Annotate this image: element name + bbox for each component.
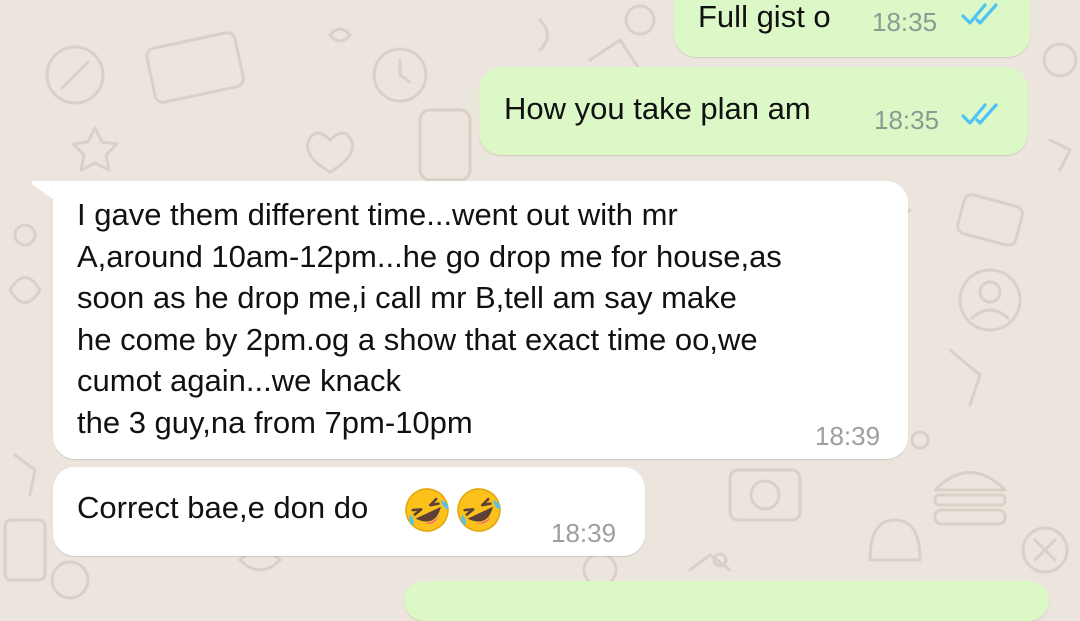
- compass-doodle-icon: [45, 45, 105, 105]
- message-line: A,around 10am-12pm...he go drop me for h…: [77, 238, 782, 274]
- clock-doodle-icon: [372, 47, 428, 103]
- star-doodle-icon: [71, 126, 119, 172]
- double-check-read-icon: [961, 103, 998, 125]
- message-line: I gave them different time...went out wi…: [77, 197, 678, 232]
- card-doodle-icon: [145, 31, 245, 104]
- burger-doodle-icon: [933, 471, 1007, 492]
- rolling-on-floor-laughing-emoji-icon: [405, 488, 449, 532]
- rolling-on-floor-laughing-emoji-icon: [457, 488, 501, 532]
- message-line: the 3 guy,na from 7pm-10pm: [77, 404, 473, 440]
- heart-doodle-icon: [305, 131, 355, 174]
- message-text: Full gist o: [698, 0, 831, 34]
- double-check-read-icon: [961, 3, 998, 25]
- message-bubble-outgoing-partial[interactable]: [404, 581, 1049, 621]
- message-text: I gave them different time...went out wi…: [77, 194, 782, 443]
- message-line: soon as he drop me,i call mr B,tell am s…: [77, 280, 737, 315]
- message-time: 18:35: [872, 7, 938, 37]
- message-text: Correct bae,e don do: [77, 490, 369, 525]
- message-bubble-outgoing[interactable]: Full gist o 18:35: [674, 0, 1030, 57]
- message-bubble-incoming[interactable]: Correct bae,e don do 18:39: [53, 467, 645, 556]
- bell-doodle-icon: [868, 518, 922, 562]
- user-doodle-icon: [958, 268, 1022, 332]
- message-time: 18:39: [815, 421, 881, 451]
- message-time: 18:35: [874, 105, 940, 135]
- message-bubble-outgoing[interactable]: How you take plan am 18:35: [479, 67, 1028, 155]
- message-line: he come by 2pm.og a show that exact time…: [77, 321, 758, 357]
- message-time: 18:39: [551, 518, 617, 548]
- message-text: How you take plan am: [504, 91, 811, 126]
- message-bubble-incoming[interactable]: I gave them different time...went out wi…: [53, 181, 908, 459]
- message-line: cumot again...we knack: [77, 363, 401, 398]
